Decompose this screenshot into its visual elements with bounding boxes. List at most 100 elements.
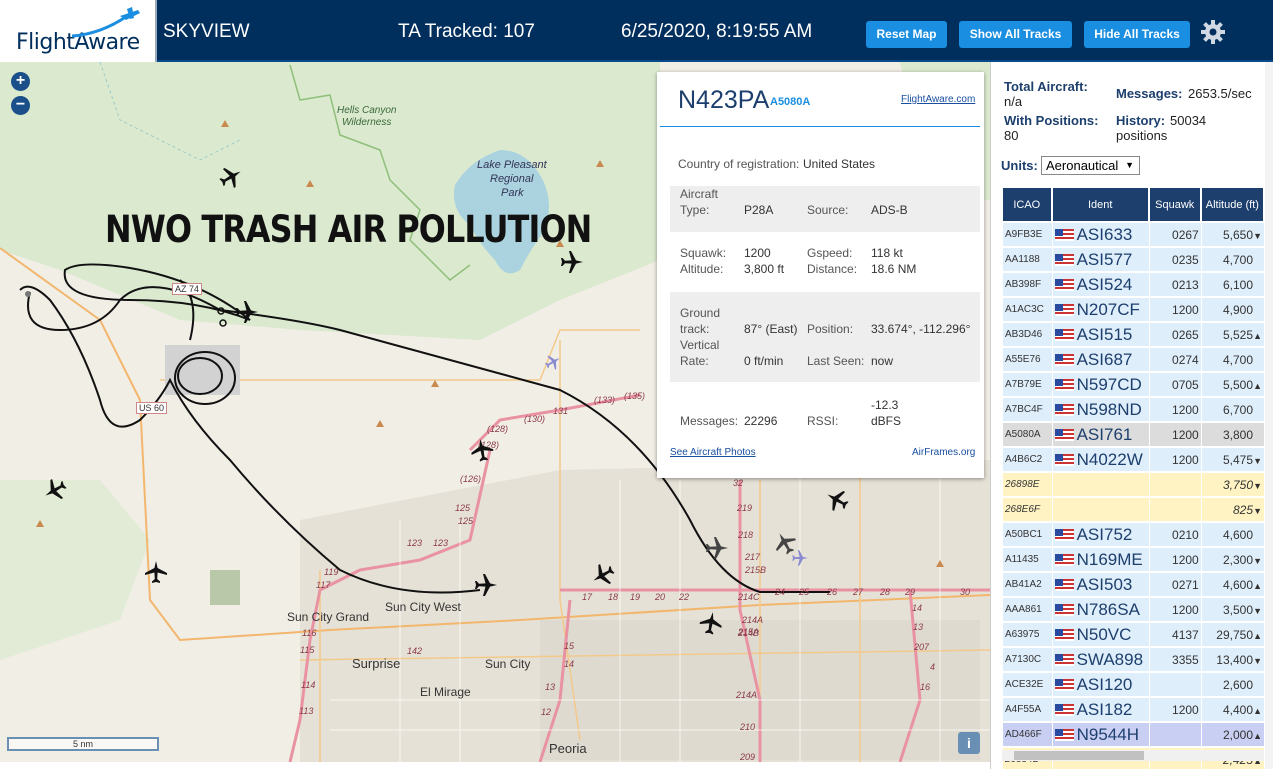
table-horizontal-scrollbar[interactable] xyxy=(1002,750,1264,761)
us-flag-icon xyxy=(1054,653,1074,666)
aircraft-icon[interactable] xyxy=(769,527,801,559)
aircraft-icon[interactable] xyxy=(792,550,808,566)
row-ident: N597CD xyxy=(1076,374,1142,394)
airframes-link[interactable]: AirFrames.org xyxy=(912,447,975,458)
aircraft-row[interactable]: A63975 N50VC 4137 29,750▲ xyxy=(1003,623,1265,646)
table-header-squawk[interactable]: Squawk xyxy=(1149,188,1202,221)
row-squawk: 1200 xyxy=(1149,548,1202,571)
aircraft-row[interactable]: A7BC4F N598ND 1200 6,700 xyxy=(1003,398,1265,421)
aircraft-row[interactable]: 268E6F 825▼ xyxy=(1003,498,1265,521)
row-ident-cell: N4022W xyxy=(1052,448,1150,471)
aircraft-icon[interactable] xyxy=(587,559,619,591)
us-flag-icon xyxy=(1054,678,1074,691)
aircraft-icon[interactable] xyxy=(469,437,495,463)
aircraft-row[interactable]: A1AC3C N207CF 1200 4,900 xyxy=(1003,298,1265,321)
history-value: 50034 xyxy=(1170,113,1207,128)
flightaware-link[interactable]: FlightAware.com xyxy=(901,94,975,105)
info-button[interactable]: i xyxy=(958,732,980,754)
scrollbar-thumb[interactable] xyxy=(1014,751,1144,760)
vertical-rate-label-1: Vertical xyxy=(680,338,720,352)
row-ident-cell: SWA898 xyxy=(1052,648,1150,671)
aircraft-row[interactable]: A4F55A ASI182 1200 4,400▲ xyxy=(1003,698,1265,721)
table-header-icao[interactable]: ICAO xyxy=(1003,188,1053,221)
aircraft-icon[interactable] xyxy=(706,537,728,559)
aircraft-icon[interactable] xyxy=(561,251,583,273)
altitude-trend-icon: ▲ xyxy=(1253,630,1262,641)
row-squawk: 0705 xyxy=(1149,373,1202,396)
aircraft-row[interactable]: AA1188 ASI577 0235 4,700 xyxy=(1003,248,1265,271)
table-header-ident[interactable]: Ident xyxy=(1052,188,1150,221)
row-ident-cell: N786SA xyxy=(1052,598,1150,621)
row-altitude: 5,475 xyxy=(1222,452,1253,467)
aircraft-icon[interactable] xyxy=(236,301,258,323)
us-flag-icon xyxy=(1054,253,1074,266)
aircraft-row[interactable]: AAA861 N786SA 1200 3,500▼ xyxy=(1003,598,1265,621)
row-altitude: 2,600 xyxy=(1222,677,1253,692)
vertical-rate-label-2: Rate: xyxy=(680,354,709,368)
row-icao: 268E6F xyxy=(1003,498,1053,521)
aircraft-sidebar: Total Aircraft: n/a Messages: 2653.5/sec… xyxy=(990,62,1273,769)
popup-divider xyxy=(660,126,980,127)
popup-ident: N423PA xyxy=(678,86,770,114)
zoom-in-button[interactable]: + xyxy=(11,72,30,91)
reset-map-button[interactable]: Reset Map xyxy=(866,21,947,48)
datetime: 6/25/2020, 8:19:55 AM xyxy=(621,21,813,42)
row-ident: ASI120 xyxy=(1076,674,1133,694)
us-flag-icon xyxy=(1054,378,1074,391)
row-ident: N50VC xyxy=(1076,624,1132,644)
rssi-unit: dBFS xyxy=(871,414,902,428)
aircraft-icon-small[interactable] xyxy=(217,307,225,315)
aircraft-row[interactable]: A7130C SWA898 3355 13,400▼ xyxy=(1003,648,1265,671)
country-value: United States xyxy=(803,157,876,171)
aircraft-row[interactable]: AD466F N9544H 2,000▲ xyxy=(1003,723,1265,746)
row-altitude-cell: 2,600 xyxy=(1201,673,1265,696)
units-select[interactable]: Aeronautical ▼ xyxy=(1041,156,1140,175)
units-label: Units: xyxy=(1001,158,1038,173)
row-ident-cell: ASI687 xyxy=(1052,348,1150,371)
row-squawk: 0210 xyxy=(1149,523,1202,546)
row-squawk: 1200 xyxy=(1149,298,1202,321)
aircraft-row[interactable]: 26898E 3,750▼ xyxy=(1003,473,1265,496)
row-icao: A9FB3E xyxy=(1003,223,1053,246)
aircraft-icon[interactable] xyxy=(215,161,247,193)
aircraft-table: ICAO Ident Squawk Altitude (ft) A9FB3E ASI63… xyxy=(1003,186,1265,769)
row-altitude: 5,500 xyxy=(1222,377,1253,392)
aircraft-icon[interactable] xyxy=(145,561,167,583)
table-header-altitude[interactable]: Altitude (ft) xyxy=(1201,188,1265,221)
aircraft-icon[interactable] xyxy=(821,484,853,516)
us-flag-icon xyxy=(1054,603,1074,616)
row-ident: ASI761 xyxy=(1076,424,1133,444)
aircraft-icon[interactable] xyxy=(542,351,564,373)
aircraft-icon[interactable] xyxy=(698,610,724,636)
aircraft-row[interactable]: AB398F ASI524 0213 6,100 xyxy=(1003,273,1265,296)
sidebar-vertical-scrollbar[interactable] xyxy=(1265,62,1273,769)
aircraft-row[interactable]: A9FB3E ASI633 0267 5,650▼ xyxy=(1003,223,1265,246)
altitude-trend-icon: ▼ xyxy=(1253,505,1262,516)
aircraft-row[interactable]: A7B79E N597CD 0705 5,500▲ xyxy=(1003,373,1265,396)
row-squawk: 3355 xyxy=(1149,648,1202,671)
aircraft-row[interactable]: AB41A2 ASI503 0271 4,600▲ xyxy=(1003,573,1265,596)
aircraft-row[interactable]: A4B6C2 N4022W 1200 5,475▼ xyxy=(1003,448,1265,471)
row-altitude: 6,700 xyxy=(1222,402,1253,417)
row-ident-cell: N50VC xyxy=(1052,623,1150,646)
aircraft-icon-small[interactable] xyxy=(219,319,227,327)
aircraft-icon[interactable] xyxy=(475,574,497,596)
aircraft-row[interactable]: A55E76 ASI687 0274 4,700 xyxy=(1003,348,1265,371)
flightaware-logo[interactable]: FlightAware xyxy=(0,0,157,62)
popup-hex[interactable]: A5080A xyxy=(770,96,810,108)
aircraft-row[interactable]: A11435 N169ME 1200 2,300▼ xyxy=(1003,548,1265,571)
zoom-out-button[interactable]: − xyxy=(11,96,30,115)
aircraft-row[interactable]: AB3D46 ASI515 0265 5,525▲ xyxy=(1003,323,1265,346)
aircraft-row[interactable]: A5080A ASI761 1200 3,800 xyxy=(1003,423,1265,446)
aircraft-icon[interactable] xyxy=(39,474,71,506)
gear-icon[interactable] xyxy=(1200,19,1226,45)
hide-all-tracks-button[interactable]: Hide All Tracks xyxy=(1084,21,1190,48)
show-all-tracks-button[interactable]: Show All Tracks xyxy=(959,21,1072,48)
squawk-label: Squawk: xyxy=(680,246,727,260)
row-ident: ASI687 xyxy=(1076,349,1133,369)
aircraft-row[interactable]: A50BC1 ASI752 0210 4,600 xyxy=(1003,523,1265,546)
row-squawk xyxy=(1149,673,1202,696)
aircraft-row[interactable]: ACE32E ASI120 2,600 xyxy=(1003,673,1265,696)
us-flag-icon xyxy=(1054,428,1074,441)
see-aircraft-photos-link[interactable]: See Aircraft Photos xyxy=(670,447,756,458)
